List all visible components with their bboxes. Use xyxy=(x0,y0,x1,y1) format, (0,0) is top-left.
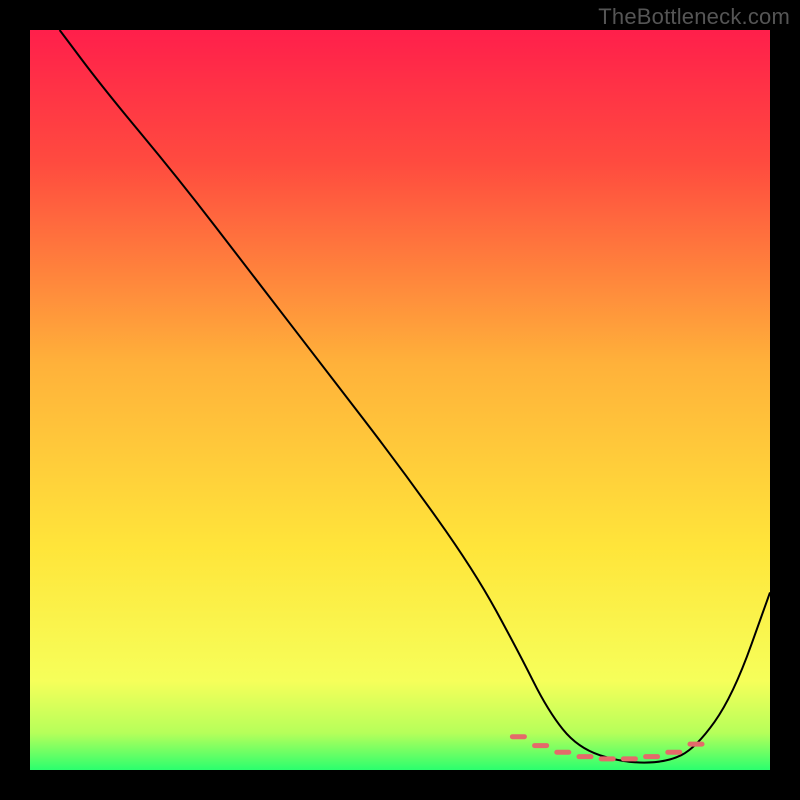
chart-frame: TheBottleneck.com xyxy=(0,0,800,800)
bottleneck-curve xyxy=(30,30,770,770)
plot-area xyxy=(30,30,770,770)
optimal-zone-markers xyxy=(512,737,702,759)
watermark-source: TheBottleneck.com xyxy=(598,4,790,30)
